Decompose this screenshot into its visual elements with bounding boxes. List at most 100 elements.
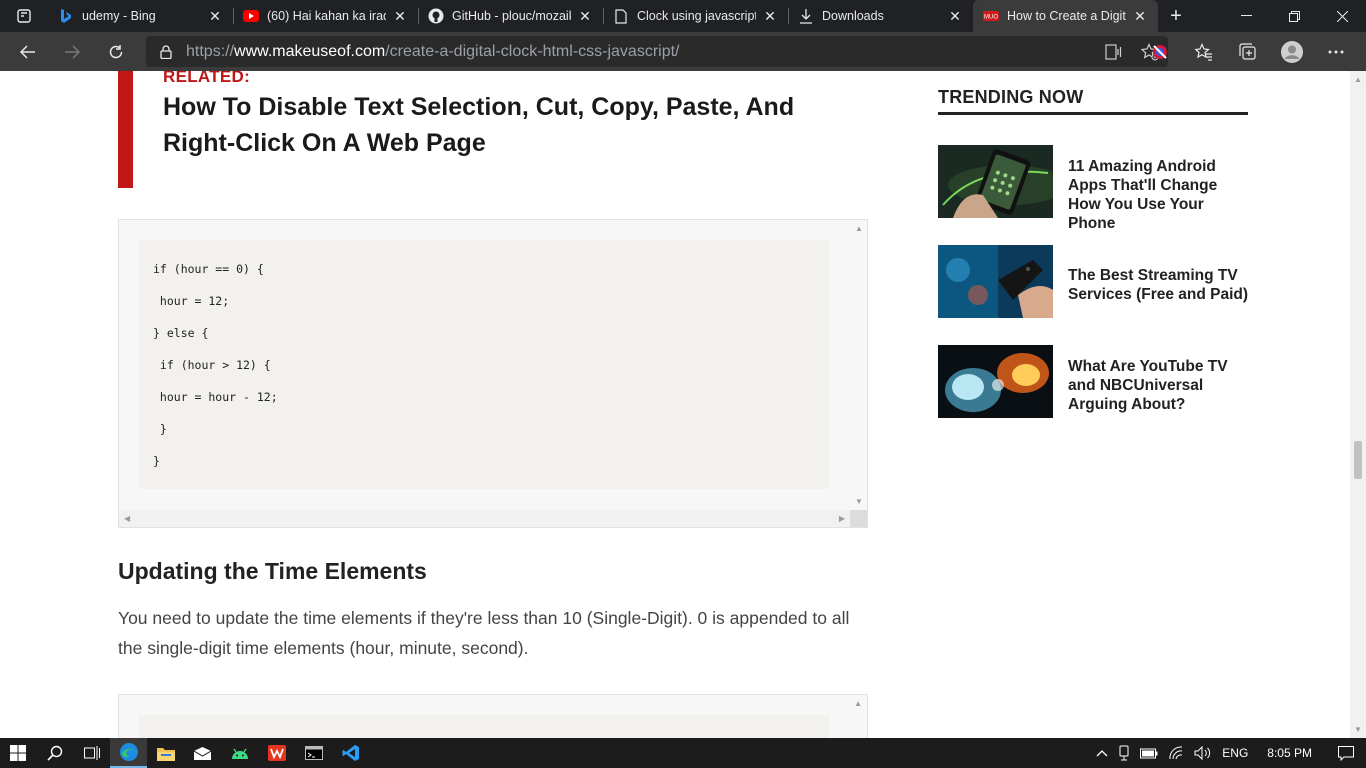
settings-more-button[interactable] bbox=[1314, 50, 1358, 54]
scroll-left-icon[interactable]: ◀ bbox=[124, 514, 130, 523]
related-label: RELATED: bbox=[163, 71, 251, 86]
tab-downloads[interactable]: Downloads ✕ bbox=[788, 0, 973, 32]
favorites-button[interactable] bbox=[1182, 42, 1226, 61]
scroll-down-icon[interactable]: ▼ bbox=[855, 497, 863, 506]
tab-active-digital-clock[interactable]: MUO How to Create a Digital ✕ bbox=[973, 0, 1158, 32]
scroll-up-icon[interactable]: ▲ bbox=[1354, 75, 1362, 84]
scroll-down-icon[interactable]: ▼ bbox=[1354, 725, 1362, 734]
muo-icon: MUO bbox=[983, 8, 999, 24]
battery-icon bbox=[1140, 748, 1158, 759]
window-controls bbox=[1222, 0, 1366, 32]
scroll-up-icon[interactable]: ▲ bbox=[855, 224, 863, 233]
speaker-icon bbox=[1194, 746, 1211, 760]
action-center-button[interactable] bbox=[1326, 745, 1366, 761]
scroll-right-icon[interactable]: ▶ bbox=[839, 514, 845, 523]
file-explorer-button[interactable] bbox=[147, 738, 184, 768]
close-icon[interactable]: ✕ bbox=[577, 8, 593, 25]
device-button[interactable] bbox=[1113, 745, 1135, 761]
network-button[interactable] bbox=[1163, 746, 1189, 760]
android-studio-button[interactable] bbox=[221, 738, 258, 768]
refresh-icon bbox=[109, 44, 123, 58]
close-icon[interactable]: ✕ bbox=[1132, 8, 1148, 25]
trending-item-title[interactable]: What Are YouTube TV and NBCUniversal Arg… bbox=[1068, 357, 1253, 414]
trending-sidebar: TRENDING NOW 11 Amazing Android Apps Tha… bbox=[938, 87, 1248, 418]
tab-title: GitHub - plouc/mozaik bbox=[452, 9, 571, 23]
remote-thumbnail[interactable] bbox=[938, 245, 1053, 318]
lock-icon[interactable] bbox=[146, 44, 186, 59]
address-bar[interactable]: https://www.makeuseof.com/create-a-digit… bbox=[146, 36, 1168, 67]
svg-text:MUO: MUO bbox=[984, 15, 998, 21]
search-button[interactable] bbox=[36, 738, 73, 768]
command-prompt-button[interactable] bbox=[295, 738, 332, 768]
tab-clock-js[interactable]: Clock using javascript ✕ bbox=[603, 0, 788, 32]
trending-item[interactable]: 11 Amazing Android Apps That'll Change H… bbox=[938, 145, 1248, 232]
code-block[interactable]: if (hour == 0) { hour = 12; } else { if … bbox=[118, 219, 868, 528]
terminal-icon bbox=[304, 746, 323, 760]
collections-button[interactable] bbox=[1226, 42, 1270, 61]
code-line: hour = 12; bbox=[153, 294, 230, 308]
refresh-button[interactable] bbox=[94, 32, 138, 71]
wps-icon bbox=[267, 745, 286, 761]
tab-youtube[interactable]: (60) Hai kahan ka irada ✕ bbox=[233, 0, 418, 32]
code-line: } bbox=[153, 422, 167, 436]
trending-item-title[interactable]: 11 Amazing Android Apps That'll Change H… bbox=[1068, 157, 1253, 233]
restore-icon bbox=[1288, 10, 1300, 22]
new-tab-button[interactable]: + bbox=[1158, 0, 1194, 32]
volume-button[interactable] bbox=[1189, 746, 1217, 760]
code-vertical-scrollbar[interactable]: ▲ ▼ bbox=[850, 220, 867, 510]
extension-button[interactable] bbox=[1138, 43, 1182, 61]
tab-actions-button[interactable] bbox=[0, 0, 48, 32]
forward-button[interactable] bbox=[50, 32, 94, 71]
tab-github[interactable]: GitHub - plouc/mozaik ✕ bbox=[418, 0, 603, 32]
wps-office-button[interactable] bbox=[258, 738, 295, 768]
tab-title: udemy - Bing bbox=[82, 9, 156, 23]
collections-icon bbox=[1239, 42, 1256, 60]
edge-taskbar-button[interactable] bbox=[110, 738, 147, 768]
scrollbar-corner bbox=[850, 510, 867, 527]
system-tray: ENG 8:05 PM bbox=[1091, 738, 1366, 768]
task-view-button[interactable] bbox=[73, 738, 110, 768]
vscode-icon bbox=[342, 745, 359, 761]
battery-button[interactable] bbox=[1135, 747, 1163, 759]
close-icon[interactable]: ✕ bbox=[762, 8, 778, 25]
fists-thumbnail[interactable] bbox=[938, 345, 1053, 418]
code-horizontal-scrollbar[interactable]: ◀ ▶ bbox=[119, 510, 850, 527]
restore-button[interactable] bbox=[1270, 0, 1318, 32]
profile-button[interactable] bbox=[1270, 40, 1314, 63]
code-line: hour = hour - 12; bbox=[153, 390, 278, 404]
scroll-up-icon[interactable]: ▲ bbox=[854, 699, 862, 708]
bing-icon bbox=[58, 8, 74, 24]
back-button[interactable] bbox=[6, 32, 50, 71]
scrollbar-thumb[interactable] bbox=[1354, 441, 1362, 479]
minimize-button[interactable] bbox=[1222, 0, 1270, 32]
show-hidden-icons-button[interactable] bbox=[1091, 749, 1113, 757]
trending-item[interactable]: What Are YouTube TV and NBCUniversal Arg… bbox=[938, 345, 1248, 418]
immersive-reader-button[interactable] bbox=[1096, 43, 1132, 61]
tab-title: Clock using javascript bbox=[637, 9, 756, 23]
trending-item-title[interactable]: The Best Streaming TV Services (Free and… bbox=[1068, 266, 1253, 304]
close-icon[interactable]: ✕ bbox=[207, 8, 223, 25]
windows-taskbar: ENG 8:05 PM bbox=[0, 738, 1366, 768]
close-icon[interactable]: ✕ bbox=[392, 8, 408, 25]
related-article-link[interactable]: How To Disable Text Selection, Cut, Copy… bbox=[163, 89, 863, 161]
code-line: } else { bbox=[153, 326, 209, 340]
close-icon[interactable]: ✕ bbox=[947, 8, 963, 25]
start-button[interactable] bbox=[0, 738, 36, 768]
clock[interactable]: 8:05 PM bbox=[1253, 746, 1326, 760]
trending-item[interactable]: The Best Streaming TV Services (Free and… bbox=[938, 245, 1248, 318]
url-text: https://www.makeuseof.com/create-a-digit… bbox=[186, 43, 680, 61]
mail-button[interactable] bbox=[184, 738, 221, 768]
close-window-button[interactable] bbox=[1318, 0, 1366, 32]
related-accent-bar bbox=[118, 71, 133, 188]
page-scrollbar[interactable]: ▲ ▼ bbox=[1350, 71, 1366, 738]
immersive-reader-icon bbox=[1105, 43, 1122, 60]
close-icon bbox=[1336, 10, 1348, 22]
usb-device-icon bbox=[1119, 745, 1129, 761]
language-indicator[interactable]: ENG bbox=[1217, 746, 1253, 760]
phone-thumbnail[interactable] bbox=[938, 145, 1053, 218]
code-line: } bbox=[153, 454, 160, 468]
tab-udemy-bing[interactable]: udemy - Bing ✕ bbox=[48, 0, 233, 32]
vscode-button[interactable] bbox=[332, 738, 369, 768]
code-block[interactable]: ▲ bbox=[118, 694, 868, 738]
code-content bbox=[139, 715, 829, 738]
